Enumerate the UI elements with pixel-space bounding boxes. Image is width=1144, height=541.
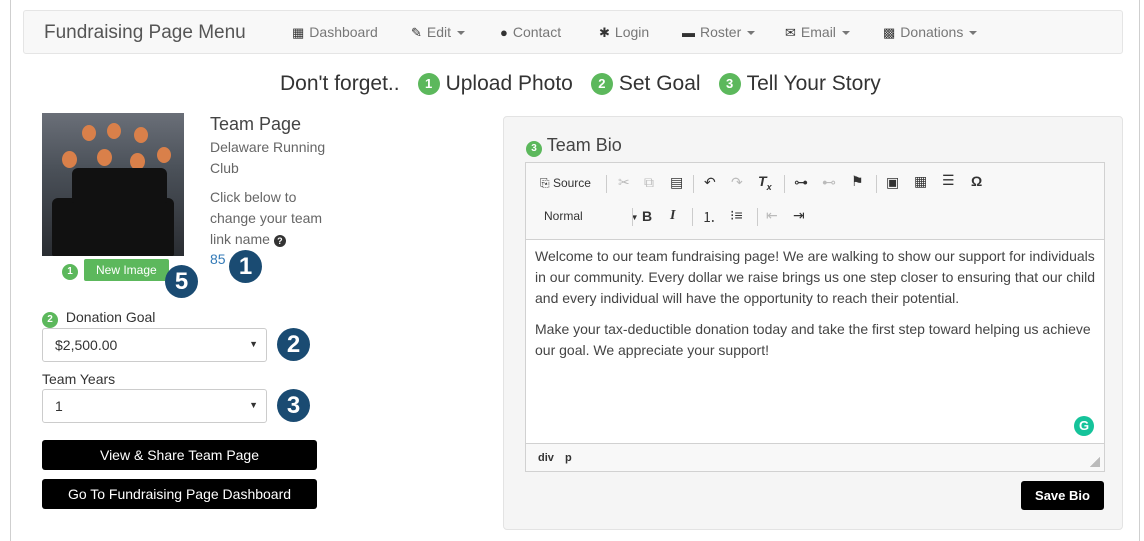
nav-donations-label: Donations [900, 24, 964, 40]
link-icon[interactable]: ⊶ [794, 174, 808, 191]
numbered-list-icon[interactable]: ⒈ [702, 207, 716, 227]
save-bio-button[interactable]: Save Bio [1021, 481, 1104, 510]
reminder-banner: Don't forget.. 1 Upload Photo 2 Set Goal 3 Tel… [280, 72, 881, 96]
nav-dashboard[interactable]: ▦ Dashboard [292, 24, 378, 41]
format-value: Normal [544, 209, 583, 223]
anchor-flag-icon[interactable]: ⚑ [851, 173, 864, 190]
caret-down-icon [841, 31, 850, 36]
redo-icon[interactable]: ↷ [731, 174, 743, 191]
unlink-icon[interactable]: ⊷ [822, 174, 836, 191]
view-share-button[interactable]: View & Share Team Page [42, 440, 317, 470]
special-char-icon[interactable]: Ω [971, 173, 982, 189]
team-bio-panel: 3 Team Bio ⎘ Source ✂ ⧉ ▤ ↶ ↷ Tx ⊶ ⊷ ⚑ ▣… [503, 116, 1123, 530]
nav-roster-label: Roster [700, 24, 742, 40]
team-link-hint-text: Click below to change your team link nam… [210, 189, 323, 247]
italic-button[interactable]: I [670, 208, 675, 224]
envelope-icon: ✉ [785, 25, 796, 40]
source-label: Source [552, 176, 591, 190]
callout-3: 3 [277, 389, 310, 422]
team-link-hint: Click below to change your team link nam… [210, 187, 340, 250]
select-arrow-icon: ▼ [249, 339, 258, 349]
team-bio-title-text: Team Bio [546, 135, 622, 155]
team-photo [42, 113, 184, 256]
step-upload-photo: Upload Photo [445, 72, 573, 95]
callout-2: 2 [277, 328, 310, 361]
indent-icon[interactable]: ⇥ [793, 207, 805, 224]
source-button[interactable]: ⎘ Source [540, 176, 591, 191]
reminder-prefix: Don't forget.. [280, 72, 400, 95]
bold-button[interactable]: B [642, 208, 652, 224]
donation-goal-select[interactable]: $2,500.00 ▼ [42, 328, 267, 362]
top-navbar: Fundraising Page Menu ▦ Dashboard ✎ Edit ●… [23, 10, 1123, 54]
navbar-brand[interactable]: Fundraising Page Menu [44, 22, 246, 44]
user-icon: ● [500, 25, 508, 40]
format-select[interactable]: Normal ▼ [544, 209, 639, 223]
caret-down-icon [969, 31, 978, 36]
undo-icon[interactable]: ↶ [704, 174, 716, 191]
caret-down-icon [747, 31, 756, 36]
pencil-icon: ✎ [411, 25, 422, 40]
bulleted-list-icon[interactable]: ⁝≡ [730, 207, 743, 224]
nav-edit[interactable]: ✎ Edit [411, 24, 466, 41]
step-1-badge: 1 [417, 73, 440, 95]
nav-login[interactable]: ✱ Login [599, 24, 649, 41]
team-years-label: Team Years [42, 371, 116, 387]
step-2-badge: 2 [590, 73, 613, 95]
asterisk-icon: ✱ [599, 25, 610, 40]
nav-login-label: Login [614, 24, 650, 40]
nav-contact[interactable]: ● Contact [500, 24, 561, 40]
editor-statusbar: div p [526, 443, 1104, 471]
donation-goal-label: 2 Donation Goal [42, 309, 155, 328]
dashboard-button[interactable]: Go To Fundraising Page Dashboard [42, 479, 317, 509]
paste-icon[interactable]: ▤ [670, 174, 683, 191]
callout-5: 5 [165, 265, 198, 298]
image-icon[interactable]: ▣ [886, 174, 899, 191]
bio-editor: ⎘ Source ✂ ⧉ ▤ ↶ ↷ Tx ⊶ ⊷ ⚑ ▣ ▦ ☰ Ω Norm… [525, 162, 1105, 472]
caret-down-icon [457, 31, 466, 36]
goal-step-badge: 2 [42, 312, 58, 328]
grammarly-icon[interactable]: G [1074, 416, 1094, 436]
step-set-goal: Set Goal [618, 72, 701, 95]
bio-paragraph-2: Make your tax-deductible donation today … [535, 321, 1091, 358]
nav-edit-label: Edit [426, 24, 452, 40]
outdent-icon[interactable]: ⇤ [766, 207, 778, 224]
resize-handle-icon[interactable] [1090, 457, 1100, 467]
nav-dashboard-label: Dashboard [309, 24, 378, 40]
team-info: Team Page Delaware Running Club Click be… [210, 114, 340, 267]
new-image-button[interactable]: New Image [84, 259, 169, 281]
nav-contact-label: Contact [512, 24, 562, 40]
nav-email-label: Email [800, 24, 836, 40]
question-circle-icon[interactable]: ? [273, 235, 286, 247]
cut-icon[interactable]: ✂ [618, 174, 630, 191]
grid-icon: ▦ [292, 25, 305, 40]
donation-goal-value: $2,500.00 [55, 337, 118, 353]
step-3-badge: 3 [718, 73, 741, 95]
select-arrow-icon: ▼ [249, 400, 258, 410]
horizontal-line-icon[interactable]: ☰ [942, 172, 955, 189]
bio-content[interactable]: Welcome to our team fundraising page! We… [526, 240, 1104, 377]
team-years-value: 1 [55, 398, 63, 414]
team-years-select[interactable]: 1 ▼ [42, 389, 267, 423]
briefcase-icon: ▬ [682, 25, 695, 40]
nav-donations[interactable]: ▩ Donations [883, 24, 978, 41]
step-tell-story: Tell Your Story [746, 72, 881, 95]
table-icon[interactable]: ▦ [914, 173, 927, 190]
new-image-row: 1 New Image [62, 259, 169, 281]
photo-step-badge: 1 [62, 264, 78, 280]
remove-format-icon[interactable]: Tx [758, 173, 772, 192]
editor-toolbar: ⎘ Source ✂ ⧉ ▤ ↶ ↷ Tx ⊶ ⊷ ⚑ ▣ ▦ ☰ Ω Norm… [526, 163, 1104, 240]
gift-icon: ▩ [883, 25, 896, 40]
team-name: Delaware Running Club [210, 139, 326, 176]
team-bio-title: 3 Team Bio [526, 135, 622, 157]
team-page-title: Team Page [210, 114, 302, 134]
path-div[interactable]: div [538, 452, 554, 464]
path-p[interactable]: p [565, 452, 572, 464]
bio-paragraph-1: Welcome to our team fundraising page! We… [535, 248, 1096, 306]
nav-email[interactable]: ✉ Email [785, 24, 850, 41]
donation-goal-label-text: Donation Goal [65, 309, 156, 325]
copy-icon[interactable]: ⧉ [644, 174, 654, 191]
bio-step-badge: 3 [526, 141, 542, 157]
callout-1: 1 [229, 250, 262, 283]
nav-roster[interactable]: ▬ Roster [682, 24, 756, 40]
